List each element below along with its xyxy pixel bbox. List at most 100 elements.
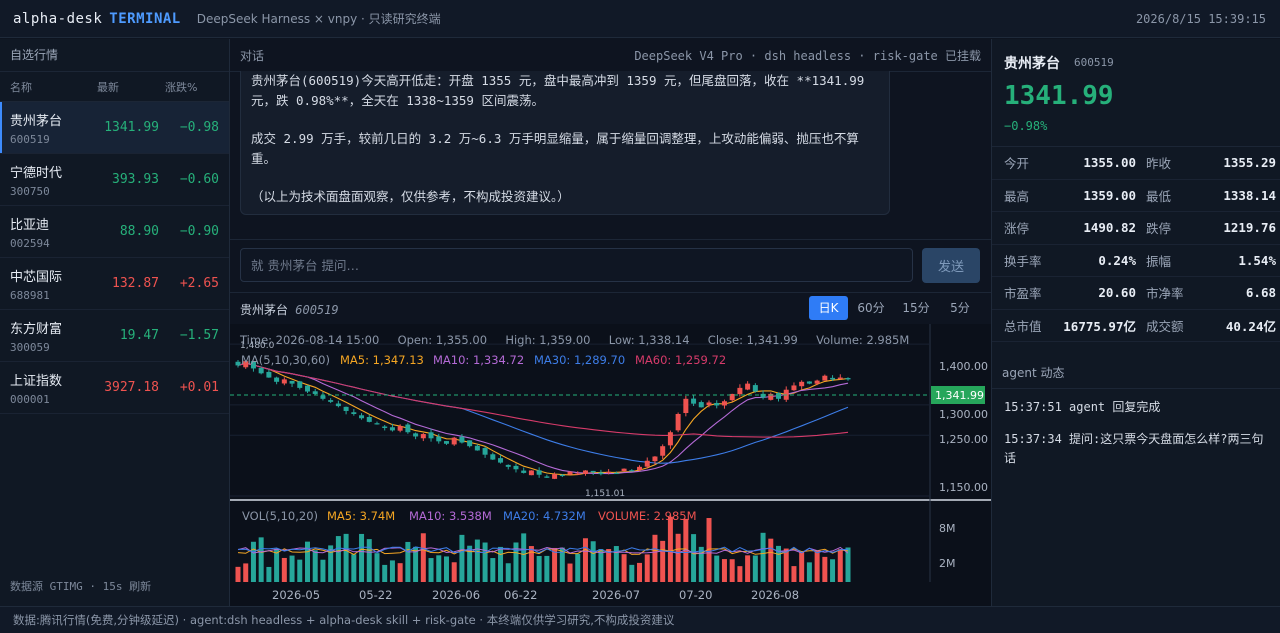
center-panel: 对话 DeepSeek V4 Pro · dsh headless · risk… <box>230 39 991 606</box>
volume-bar <box>745 555 751 582</box>
status-footer: 数据:腾讯行情(免费,分钟级延迟) · agent:dsh headless +… <box>0 606 1280 633</box>
price-tick: 1,400.00 <box>939 360 988 373</box>
stat-value: 1355.29 <box>1223 155 1276 171</box>
stock-last: 393.93 <box>112 172 159 187</box>
brand-accent: TERMINAL <box>109 10 181 27</box>
agent-log-entry: 15:37:51 agent 回复完成 <box>1004 400 1161 414</box>
volume-bar <box>374 553 380 582</box>
candle-body <box>413 433 419 437</box>
chart-symbol-name: 贵州茅台 <box>240 303 289 317</box>
timeframe-5min[interactable]: 5分 <box>941 296 979 320</box>
app-brand: alpha-desk TERMINAL <box>13 11 181 27</box>
stock-code: 000001 <box>10 392 50 406</box>
assistant-message: 贵州茅台(600519)今天高开低走：开盘 1355 元，盘中最高冲到 1359… <box>240 71 890 215</box>
volume-bar <box>822 556 828 582</box>
volume-bar <box>752 555 758 582</box>
volume-bar <box>235 566 241 582</box>
candle-body <box>482 448 488 455</box>
stat-value: 6.68 <box>1245 285 1276 301</box>
stat-value: 1338.14 <box>1223 187 1276 203</box>
quote-name: 贵州茅台 <box>1004 56 1060 72</box>
candle-body <box>691 398 697 404</box>
chat-input[interactable] <box>240 248 913 282</box>
volume-bar <box>598 549 604 582</box>
volume-bar <box>490 558 496 582</box>
watchlist-row[interactable]: 上证指数 000001 3927.18 +0.01 <box>0 362 229 414</box>
price-tick: 1,250.00 <box>939 433 988 446</box>
candle-body <box>382 426 388 428</box>
volume-bar <box>420 533 426 582</box>
model-info: DeepSeek V4 Pro · dsh headless · risk-ga… <box>634 48 981 63</box>
candle-body <box>320 395 326 399</box>
stat-value: 20.60 <box>1098 285 1136 301</box>
watchlist-row[interactable]: 中芯国际 688981 132.87 +2.65 <box>0 258 229 310</box>
stock-last: 132.87 <box>112 276 159 291</box>
candle-body <box>536 470 542 475</box>
candle-body <box>714 402 720 406</box>
chat-header: 对话 DeepSeek V4 Pro · dsh headless · risk… <box>230 39 991 72</box>
watchlist-panel: 自选行情 名称 最新 涨跌% 贵州茅台 600519 1341.99 −0.98 … <box>0 39 230 606</box>
send-button[interactable]: 发送 <box>922 248 980 283</box>
candle-body <box>806 381 812 384</box>
stat-label: 最低 <box>1146 188 1172 204</box>
volume-bar <box>505 563 511 582</box>
watchlist-row[interactable]: 宁德时代 300750 393.93 −0.60 <box>0 154 229 206</box>
candle-body <box>335 403 341 407</box>
candle-body <box>451 437 457 445</box>
agent-activity-title: agent 动态 <box>992 357 1280 389</box>
candle-body <box>706 402 712 406</box>
volume-bar <box>459 534 465 582</box>
high-marker: 1,480.0 <box>240 341 275 351</box>
watchlist-row[interactable]: 比亚迪 002594 88.90 −0.90 <box>0 206 229 258</box>
volume-bar <box>714 555 720 582</box>
stock-code: 002594 <box>10 236 50 250</box>
volume-bar <box>474 539 480 582</box>
timeframe-60min[interactable]: 60分 <box>852 296 890 320</box>
candle-body <box>675 414 681 431</box>
vol-ma5-legend: MA5: 3.74M <box>327 509 395 523</box>
timeframe-15min[interactable]: 15分 <box>897 296 935 320</box>
date-tick: 2026-05 <box>272 588 320 602</box>
stock-name: 贵州茅台 <box>10 113 63 129</box>
candle-body <box>521 470 527 473</box>
stat-label: 换手率 <box>1004 253 1042 269</box>
volume-bar <box>544 555 550 582</box>
stat-label: 成交额 <box>1146 318 1184 334</box>
timeframe-daily[interactable]: 日K <box>809 296 848 320</box>
watchlist-row[interactable]: 贵州茅台 600519 1341.99 −0.98 <box>0 102 229 154</box>
candle-body <box>745 383 751 390</box>
stat-label: 市净率 <box>1146 286 1184 302</box>
candle-body <box>366 416 372 422</box>
ma30-legend: MA30: 1,289.70 <box>534 353 625 367</box>
volume-bar <box>582 538 588 582</box>
candle-body <box>459 436 465 443</box>
stock-code: 300750 <box>10 184 50 198</box>
quote-change-pct: −0.98% <box>1004 119 1048 133</box>
candle-body <box>575 473 581 475</box>
volume-bar <box>451 562 457 582</box>
quote-row: 总市值 16775.97亿 成交额 40.24亿 <box>992 310 1280 342</box>
quote-row: 市盈率 20.60 市净率 6.68 <box>992 277 1280 310</box>
quote-row: 换手率 0.24% 振幅 1.54% <box>992 245 1280 277</box>
stock-pct: +2.65 <box>179 276 219 291</box>
candle-body <box>760 393 766 398</box>
volume-bar <box>312 550 318 582</box>
date-tick: 06-22 <box>504 588 537 602</box>
candle-body <box>644 460 650 467</box>
candle-body <box>389 427 395 431</box>
candle-body <box>552 474 558 479</box>
date-tick: 2026-07 <box>592 588 640 602</box>
candle-body <box>613 472 619 475</box>
quote-row: 最高 1359.00 最低 1338.14 <box>992 180 1280 212</box>
candlestick-chart[interactable]: 1,341.99 Time: 2026-08-14 15:00 Open: 1,… <box>230 324 991 606</box>
volume-bar <box>289 555 295 582</box>
stock-pct: +0.01 <box>179 380 219 395</box>
stat-value: 1.54% <box>1238 252 1276 268</box>
price-tick: 1,150.00 <box>939 481 988 494</box>
stat-label: 昨收 <box>1146 156 1172 172</box>
vol-legend-label: VOL(5,10,20) <box>242 509 318 523</box>
volume-bar <box>351 554 357 582</box>
volume-bar <box>320 559 326 582</box>
ohlc-info: Time: 2026-08-14 15:00 Open: 1,355.00 Hi… <box>239 333 909 347</box>
watchlist-row[interactable]: 东方财富 300059 19.47 −1.57 <box>0 310 229 362</box>
